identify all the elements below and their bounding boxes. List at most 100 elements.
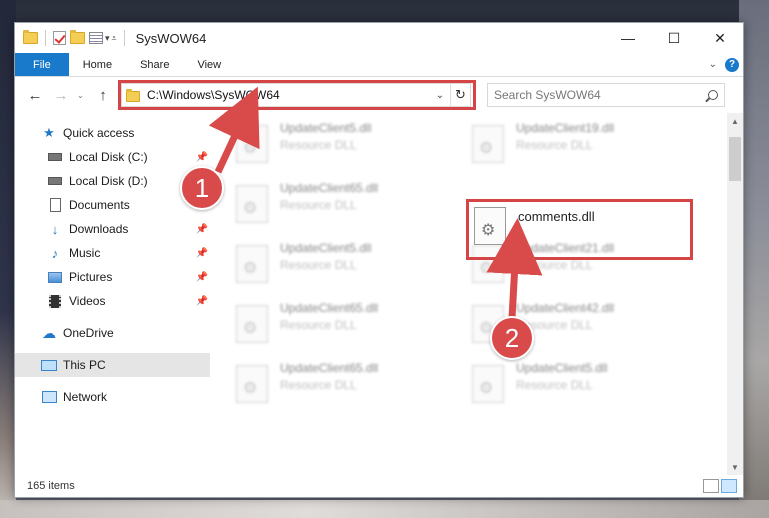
chevron-down-icon[interactable]: ▾ xyxy=(105,33,110,44)
cloud-icon: ☁ xyxy=(42,324,56,341)
sidebar-item-label: OneDrive xyxy=(63,326,114,340)
ribbon-tabs: File Home Share View ⌄ ? xyxy=(15,53,743,77)
pictures-icon xyxy=(47,270,63,284)
sidebar-item-label: Music xyxy=(69,246,101,260)
sidebar-item-quick-access[interactable]: ★ Quick access xyxy=(15,121,210,145)
network-icon xyxy=(41,390,57,404)
sidebar-item-network[interactable]: Network xyxy=(15,385,210,409)
sidebar-item-pictures[interactable]: Pictures 📌 xyxy=(15,265,210,289)
sidebar-item-label: Downloads xyxy=(69,222,129,236)
new-folder-icon[interactable] xyxy=(70,30,85,44)
toolbar-divider xyxy=(45,30,46,46)
sidebar-item-local-disk-c[interactable]: Local Disk (C:) 📌 xyxy=(15,145,210,169)
item-count: 165 items xyxy=(27,480,75,492)
vertical-scrollbar[interactable]: ▲ ▼ xyxy=(727,113,743,475)
folder-icon xyxy=(23,30,38,44)
disk-icon xyxy=(47,150,63,164)
recent-locations-icon[interactable]: ⌄ xyxy=(77,91,87,100)
toolbar-divider xyxy=(123,30,125,46)
file-name: UpdateClient5.dll xyxy=(280,121,372,135)
file-description: Resource DLL xyxy=(280,378,357,392)
close-button[interactable]: ✕ xyxy=(697,23,743,53)
list-item[interactable]: UpdateClient5.dll Resource DLL xyxy=(472,361,702,419)
expand-ribbon-icon[interactable]: ⌄ xyxy=(709,59,717,70)
details-view-icon[interactable] xyxy=(703,479,719,493)
search-icon[interactable] xyxy=(708,90,718,100)
navigation-pane: ★ Quick access Local Disk (C:) 📌 Local D… xyxy=(15,113,210,475)
pin-icon[interactable]: 📌 xyxy=(196,152,208,163)
film-icon xyxy=(47,294,63,308)
navigation-bar: ← → ⌄ ↑ C:\Windows\SysWOW64 ⌄ ↻ Search S… xyxy=(15,77,743,113)
dll-file-icon xyxy=(472,125,504,163)
pin-icon[interactable]: 📌 xyxy=(196,248,208,259)
step-badge-2: 2 xyxy=(490,316,534,360)
dll-file-icon xyxy=(236,305,268,343)
pin-icon[interactable]: 📌 xyxy=(196,296,208,307)
tab-share[interactable]: Share xyxy=(126,53,183,76)
up-arrow-icon[interactable]: ↑ xyxy=(93,87,113,104)
list-item[interactable]: UpdateClient5.dll Resource DLL xyxy=(236,241,466,299)
pin-icon[interactable]: 📌 xyxy=(196,272,208,283)
forward-arrow-icon[interactable]: → xyxy=(51,87,71,104)
main-area: ★ Quick access Local Disk (C:) 📌 Local D… xyxy=(15,113,743,475)
sidebar-item-onedrive[interactable]: ☁ OneDrive xyxy=(15,321,210,345)
minimize-button[interactable]: — xyxy=(605,23,651,53)
disk-icon xyxy=(47,174,63,188)
dll-file-icon xyxy=(236,365,268,403)
desktop-background-bottom xyxy=(0,500,769,518)
file-description: Resource DLL xyxy=(280,198,357,212)
address-bar[interactable]: C:\Windows\SysWOW64 ⌄ ↻ xyxy=(118,80,476,110)
file-description: Resource DLL xyxy=(516,138,593,152)
help-icon[interactable]: ? xyxy=(725,57,739,72)
list-item[interactable]: UpdateClient5.dll Resource DLL xyxy=(236,121,466,179)
scroll-thumb[interactable] xyxy=(729,137,741,181)
sidebar-item-label: This PC xyxy=(63,358,106,372)
download-icon: ↓ xyxy=(51,221,59,237)
sidebar-item-music[interactable]: ♪ Music 📌 xyxy=(15,241,210,265)
file-description: Resource DLL xyxy=(516,258,593,272)
file-highlight-box xyxy=(466,199,693,260)
pin-icon[interactable]: 📌 xyxy=(196,224,208,235)
properties-check-icon[interactable] xyxy=(53,31,66,45)
search-placeholder: Search SysWOW64 xyxy=(494,88,601,102)
scroll-up-icon[interactable]: ▲ xyxy=(727,113,743,129)
list-item[interactable]: UpdateClient65.dll Resource DLL xyxy=(236,361,466,419)
scroll-down-icon[interactable]: ▼ xyxy=(727,459,743,475)
file-list: UpdateClient5.dll Resource DLL UpdateClie… xyxy=(210,113,727,475)
status-bar: 165 items xyxy=(15,475,743,497)
back-arrow-icon[interactable]: ← xyxy=(25,87,45,104)
sidebar-item-label: Local Disk (D:) xyxy=(69,174,148,188)
dll-file-icon xyxy=(236,125,268,163)
sidebar-item-label: Network xyxy=(63,390,108,404)
maximize-button[interactable]: ☐ xyxy=(651,23,697,53)
file-name: UpdateClient19.dll xyxy=(516,121,615,135)
file-name: UpdateClient65.dll xyxy=(280,301,379,315)
step-badge-1: 1 xyxy=(180,166,224,210)
sidebar-item-downloads[interactable]: ↓ Downloads 📌 xyxy=(15,217,210,241)
file-description: Resource DLL xyxy=(280,138,357,152)
file-name: UpdateClient65.dll xyxy=(280,361,379,375)
dll-file-icon xyxy=(472,365,504,403)
sidebar-item-label: Documents xyxy=(69,198,130,212)
tab-home[interactable]: Home xyxy=(69,53,126,76)
list-item[interactable]: UpdateClient65.dll Resource DLL xyxy=(236,181,466,239)
file-name: UpdateClient5.dll xyxy=(280,241,372,255)
tab-view[interactable]: View xyxy=(183,53,235,76)
large-icons-view-icon[interactable] xyxy=(721,479,737,493)
list-item[interactable]: UpdateClient19.dll Resource DLL xyxy=(472,121,702,179)
file-name: UpdateClient5.dll xyxy=(516,361,608,375)
tab-file[interactable]: File xyxy=(15,53,69,76)
sidebar-item-label: Pictures xyxy=(69,270,113,284)
file-description: Resource DLL xyxy=(516,378,593,392)
sidebar-item-label: Local Disk (C:) xyxy=(69,150,148,164)
customize-toolbar-icon[interactable]: ⩡ xyxy=(112,33,117,44)
sidebar-item-videos[interactable]: Videos 📌 xyxy=(15,289,210,313)
sidebar-item-this-pc[interactable]: This PC xyxy=(15,353,210,377)
document-icon xyxy=(47,198,63,212)
search-input[interactable]: Search SysWOW64 xyxy=(487,83,725,107)
list-item[interactable]: UpdateClient65.dll Resource DLL xyxy=(236,301,466,359)
view-options-icon[interactable] xyxy=(89,32,103,44)
file-description: Resource DLL xyxy=(280,258,357,272)
address-highlight-box xyxy=(118,80,476,110)
file-name: UpdateClient42.dll xyxy=(516,301,615,315)
